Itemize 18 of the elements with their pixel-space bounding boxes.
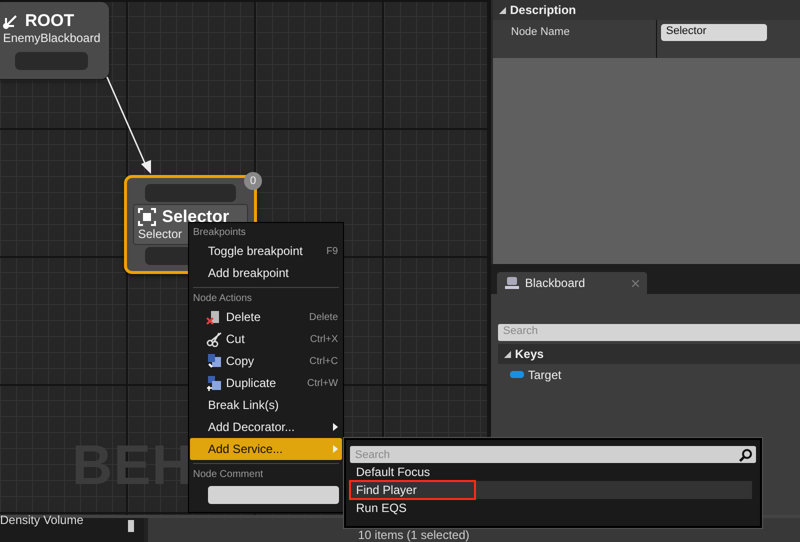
shortcut-label: Ctrl+W bbox=[307, 378, 338, 388]
node-subtitle: EnemyBlackboard bbox=[3, 31, 100, 46]
node-subtitle: Selector bbox=[138, 227, 182, 242]
shortcut-label: Ctrl+C bbox=[309, 356, 338, 366]
shortcut-label: F9 bbox=[326, 246, 338, 256]
node-title: ROOT bbox=[25, 11, 74, 31]
menu-section-heading: Node Comment bbox=[192, 468, 264, 482]
shortcut-label: Ctrl+X bbox=[310, 334, 338, 344]
tab-label: Blackboard bbox=[525, 276, 586, 290]
property-label: Node Name bbox=[493, 20, 657, 58]
shortcut-label: Delete bbox=[309, 312, 338, 322]
section-title: Keys bbox=[515, 347, 544, 361]
menu-section-heading: Breakpoints bbox=[192, 226, 247, 240]
menu-section-heading: Node Actions bbox=[192, 292, 253, 306]
status-text: 10 items (1 selected) bbox=[358, 528, 470, 542]
node-title: Selector bbox=[162, 207, 230, 227]
section-title: Description bbox=[510, 3, 576, 17]
order-badge: 0 bbox=[244, 172, 262, 190]
